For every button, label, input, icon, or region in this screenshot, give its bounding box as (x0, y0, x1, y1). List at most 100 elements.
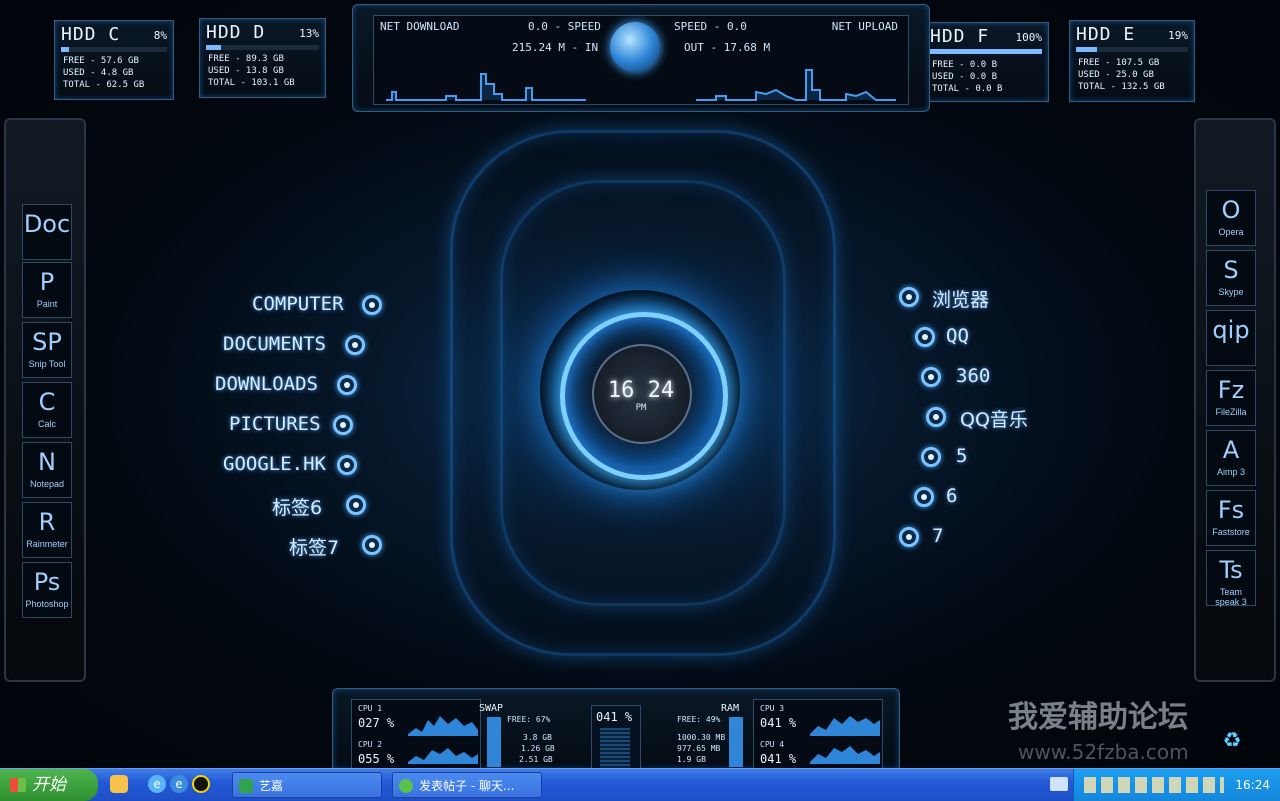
drive-f-panel: HDD F 100% FREE - 0.0 B USED - 0.0 B TOT… (923, 22, 1049, 102)
dock-notepad-button[interactable]: N Notepad (22, 442, 72, 498)
watermark-url: www.52fzba.com (1018, 740, 1189, 764)
link-360-dot-icon[interactable] (921, 367, 941, 387)
drive-used: USED - 0.0 B (932, 72, 998, 82)
drive-free: FREE - 0.0 B (932, 60, 998, 70)
start-label: 开始 (32, 775, 66, 795)
link-documents[interactable]: DOCUMENTS (223, 333, 326, 355)
drive-percent: 13% (299, 27, 319, 40)
link-7[interactable]: 7 (932, 525, 943, 547)
link-pictures[interactable]: PICTURES (229, 413, 321, 435)
dock-aimp-button[interactable]: A Aimp 3 (1206, 430, 1256, 486)
ram-value-2: 977.65 MB (677, 744, 721, 753)
cpu1-value: 027 % (358, 716, 395, 730)
dock-skype-button[interactable]: S Skype (1206, 250, 1256, 306)
tray-clock[interactable]: 16:24 (1235, 769, 1270, 801)
link-360[interactable]: 360 (956, 365, 990, 387)
link-computer[interactable]: COMPUTER (252, 293, 344, 315)
network-panel: NET DOWNLOAD 0.0 - SPEED 215.24 M - IN S… (352, 4, 930, 112)
ie-icon[interactable]: e (148, 775, 166, 793)
recycle-bin-icon[interactable]: ♻ (1216, 722, 1248, 754)
tray-icons[interactable] (1084, 777, 1224, 793)
drive-usage-bar (61, 47, 167, 52)
cpu-graph (810, 716, 880, 764)
dock-qip-button[interactable]: qip (1206, 310, 1256, 366)
drive-total: TOTAL - 103.1 GB (208, 78, 295, 88)
link-pictures-dot-icon[interactable] (333, 415, 353, 435)
drive-used: USED - 4.8 GB (63, 68, 134, 78)
dock-teamspeak-button[interactable]: Ts Team speak 3 (1206, 550, 1256, 607)
link-downloads[interactable]: DOWNLOADS (215, 373, 318, 395)
dock-opera-button[interactable]: O Opera (1206, 190, 1256, 246)
upload-graph (696, 69, 896, 101)
swap-label: SWAP (479, 703, 504, 714)
drive-name: HDD D (206, 22, 266, 43)
cpu2-label: CPU 2 (358, 740, 383, 749)
swap-value-3: 2.51 GB (519, 755, 553, 764)
link-qq-dot-icon[interactable] (915, 327, 935, 347)
drive-percent: 19% (1168, 29, 1188, 42)
drive-total: TOTAL - 132.5 GB (1078, 82, 1165, 92)
dock-photoshop-button[interactable]: Ps Photoshop (22, 562, 72, 618)
link-downloads-dot-icon[interactable] (337, 375, 357, 395)
dock-paint-button[interactable]: P Paint (22, 262, 72, 318)
link-qqmusic[interactable]: QQ音乐 (960, 405, 1028, 432)
link-computer-dot-icon[interactable] (362, 295, 382, 315)
drive-percent: 100% (1015, 31, 1043, 44)
cpu4-value: 041 % (760, 752, 797, 766)
link-6[interactable]: 6 (946, 485, 957, 507)
download-graph (386, 73, 586, 101)
dock-doc-button[interactable]: Doc (22, 204, 72, 260)
link-browser[interactable]: 浏览器 (932, 285, 989, 312)
link-tag6[interactable]: 标签6 (272, 493, 322, 520)
link-tag7-dot-icon[interactable] (362, 535, 382, 555)
dock-rainmeter-button[interactable]: R Rainmeter (22, 502, 72, 558)
start-button[interactable]: 开始 (0, 769, 98, 801)
taskbar-window-1[interactable]: 艺嘉 (232, 772, 382, 798)
swap-value-1: 3.8 GB (523, 733, 552, 742)
ram-value-3: 1.9 GB (677, 755, 706, 764)
net-download-speed: 0.0 - SPEED (528, 20, 601, 33)
link-qq[interactable]: QQ (946, 325, 969, 347)
drive-d-panel: HDD D 13% FREE - 89.3 GB USED - 13.8 GB … (199, 18, 326, 98)
center-meter-value: 041 % (596, 710, 633, 724)
drive-total: TOTAL - 0.0 B (932, 84, 1003, 94)
dock-calc-button[interactable]: C Calc (22, 382, 72, 438)
quick-launch: e e (108, 775, 218, 795)
cpu3-label: CPU 3 (760, 704, 785, 713)
link-6-dot-icon[interactable] (914, 487, 934, 507)
link-tag6-dot-icon[interactable] (346, 495, 366, 515)
dock-filezilla-button[interactable]: Fz FileZilla (1206, 370, 1256, 426)
drive-c-panel: HDD C 8% FREE - 57.6 GB USED - 4.8 GB TO… (54, 20, 174, 100)
link-google[interactable]: GOOGLE.HK (223, 453, 326, 475)
taskbar-window-2[interactable]: 发表帖子 - 聊天... (392, 772, 542, 798)
ram-value-1: 1000.30 MB (677, 733, 726, 742)
clock-time: 16 24 (607, 378, 675, 403)
cpu2-value: 055 % (358, 752, 395, 766)
link-browser-dot-icon[interactable] (899, 287, 919, 307)
msn-icon[interactable] (110, 775, 128, 793)
drive-total: TOTAL - 62.5 GB (63, 80, 145, 90)
keyboard-icon[interactable] (1050, 777, 1068, 791)
desktop: HDD C 8% FREE - 57.6 GB USED - 4.8 GB TO… (0, 0, 1280, 768)
link-5[interactable]: 5 (956, 445, 967, 467)
system-tray: 16:24 (1073, 769, 1280, 801)
taskbar: 开始 e e 艺嘉 发表帖子 - 聊天... 16:24 (0, 768, 1280, 801)
dock-snip-tool-button[interactable]: SP Snip Tool (22, 322, 72, 378)
link-google-dot-icon[interactable] (337, 455, 357, 475)
link-qqmusic-dot-icon[interactable] (926, 407, 946, 427)
ie2-icon[interactable]: e (170, 775, 188, 793)
net-upload-speed: SPEED - 0.0 (674, 20, 747, 33)
drive-e-panel: HDD E 19% FREE - 107.5 GB USED - 25.0 GB… (1069, 20, 1195, 102)
net-download-label: NET DOWNLOAD (380, 20, 460, 33)
cpu3-value: 041 % (760, 716, 797, 730)
link-tag7[interactable]: 标签7 (289, 533, 339, 560)
drive-usage-bar (206, 45, 319, 50)
net-inner: NET DOWNLOAD 0.0 - SPEED 215.24 M - IN S… (373, 15, 909, 105)
dock-faststore-button[interactable]: Fs Faststore (1206, 490, 1256, 546)
link-7-dot-icon[interactable] (899, 527, 919, 547)
clock-ampm: PM (635, 403, 647, 413)
link-documents-dot-icon[interactable] (345, 335, 365, 355)
qq-icon[interactable] (192, 775, 210, 793)
link-5-dot-icon[interactable] (921, 447, 941, 467)
net-upload-label: NET UPLOAD (831, 20, 898, 33)
